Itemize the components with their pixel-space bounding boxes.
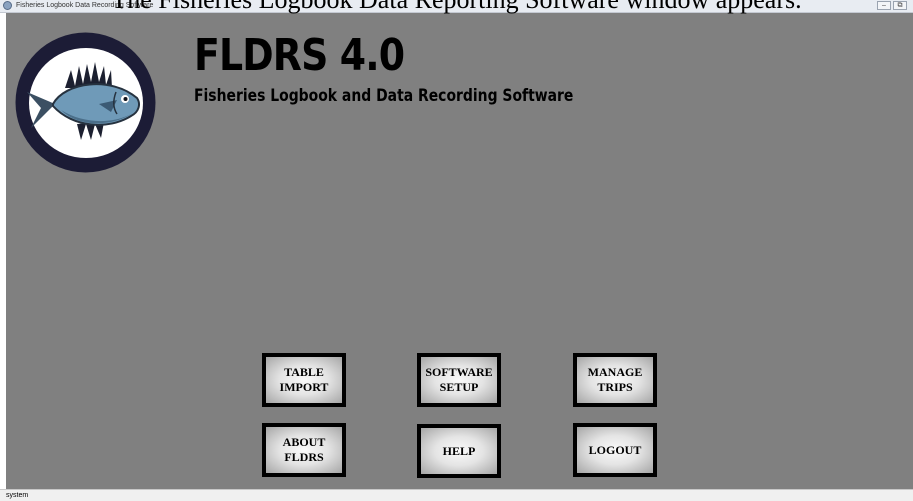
logout-button[interactable]: LOGOUT <box>573 423 657 477</box>
about-fldrs-label: ABOUT FLDRS <box>282 435 326 464</box>
table-import-button[interactable]: TABLE IMPORT <box>262 353 346 407</box>
about-fldrs-button[interactable]: ABOUT FLDRS <box>262 423 346 477</box>
app-name-heading: FLDRS 4.0 <box>194 30 405 81</box>
manage-trips-button[interactable]: MANAGE TRIPS <box>573 353 657 407</box>
app-subtitle: Fisheries Logbook and Data Recording Sof… <box>194 86 574 106</box>
main-panel: FLDRS 4.0 Fisheries Logbook and Data Rec… <box>6 13 913 489</box>
help-button[interactable]: HELP <box>417 424 501 478</box>
manage-trips-label: MANAGE TRIPS <box>587 365 643 394</box>
status-bar: system <box>0 489 913 501</box>
logout-label: LOGOUT <box>588 442 642 457</box>
status-user: system <box>6 492 29 499</box>
software-setup-label: SOFTWARE SETUP <box>425 365 493 394</box>
caption-text: The Fisheries Logbook Data Reporting Sof… <box>0 0 913 13</box>
fish-icon <box>13 30 158 175</box>
table-import-label: TABLE IMPORT <box>279 365 329 394</box>
software-setup-button[interactable]: SOFTWARE SETUP <box>417 353 501 407</box>
help-label: HELP <box>442 443 476 458</box>
